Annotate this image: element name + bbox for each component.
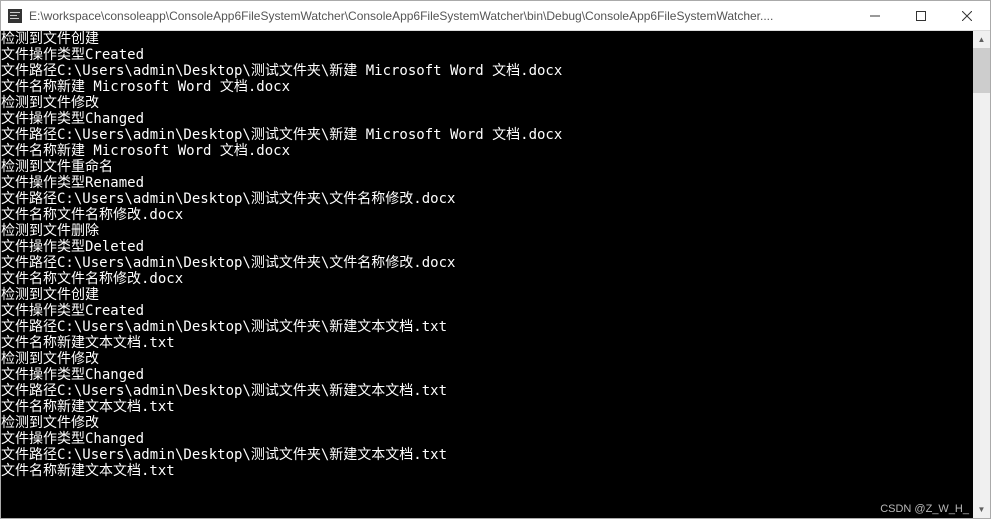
minimize-button[interactable] bbox=[852, 1, 898, 30]
console-line: 文件名称文件名称修改.docx bbox=[1, 207, 973, 223]
console-line: 文件路径C:\Users\admin\Desktop\测试文件夹\新建 Micr… bbox=[1, 63, 973, 79]
app-icon bbox=[7, 8, 23, 24]
console-line: 文件操作类型Deleted bbox=[1, 239, 973, 255]
console-line: 检测到文件修改 bbox=[1, 415, 973, 431]
console-line: 文件路径C:\Users\admin\Desktop\测试文件夹\新建文本文档.… bbox=[1, 447, 973, 463]
console-line: 检测到文件修改 bbox=[1, 95, 973, 111]
console-line: 文件操作类型Renamed bbox=[1, 175, 973, 191]
console-line: 文件名称新建文本文档.txt bbox=[1, 335, 973, 351]
console-line: 文件操作类型Created bbox=[1, 303, 973, 319]
console-line: 文件路径C:\Users\admin\Desktop\测试文件夹\文件名称修改.… bbox=[1, 255, 973, 271]
scroll-up-button[interactable]: ▲ bbox=[973, 31, 990, 48]
console-line: 文件名称新建文本文档.txt bbox=[1, 399, 973, 415]
console-line: 文件路径C:\Users\admin\Desktop\测试文件夹\新建文本文档.… bbox=[1, 383, 973, 399]
console-line: 文件操作类型Changed bbox=[1, 431, 973, 447]
console-line: 文件名称文件名称修改.docx bbox=[1, 271, 973, 287]
console-line: 文件操作类型Created bbox=[1, 47, 973, 63]
console-line: 检测到文件重命名 bbox=[1, 159, 973, 175]
console-window: E:\workspace\consoleapp\ConsoleApp6FileS… bbox=[0, 0, 991, 519]
window-controls bbox=[852, 1, 990, 30]
console-line: 文件路径C:\Users\admin\Desktop\测试文件夹\文件名称修改.… bbox=[1, 191, 973, 207]
console-line: 检测到文件创建 bbox=[1, 287, 973, 303]
console-line: 文件名称新建 Microsoft Word 文档.docx bbox=[1, 79, 973, 95]
console-line: 文件路径C:\Users\admin\Desktop\测试文件夹\新建 Micr… bbox=[1, 127, 973, 143]
console-line: 文件名称新建 Microsoft Word 文档.docx bbox=[1, 143, 973, 159]
scroll-down-button[interactable]: ▼ bbox=[973, 501, 990, 518]
console-line: 文件操作类型Changed bbox=[1, 367, 973, 383]
close-button[interactable] bbox=[944, 1, 990, 30]
window-title: E:\workspace\consoleapp\ConsoleApp6FileS… bbox=[29, 9, 852, 23]
console-line: 检测到文件创建 bbox=[1, 31, 973, 47]
scroll-track[interactable] bbox=[973, 48, 990, 501]
console-line: 文件名称新建文本文档.txt bbox=[1, 463, 973, 479]
titlebar: E:\workspace\consoleapp\ConsoleApp6FileS… bbox=[1, 1, 990, 31]
scroll-thumb[interactable] bbox=[973, 48, 990, 93]
console-line: 文件操作类型Changed bbox=[1, 111, 973, 127]
console-line: 检测到文件删除 bbox=[1, 223, 973, 239]
console-area: 检测到文件创建文件操作类型Created文件路径C:\Users\admin\D… bbox=[1, 31, 990, 518]
console-output[interactable]: 检测到文件创建文件操作类型Created文件路径C:\Users\admin\D… bbox=[1, 31, 973, 518]
console-line: 文件路径C:\Users\admin\Desktop\测试文件夹\新建文本文档.… bbox=[1, 319, 973, 335]
console-line: 检测到文件修改 bbox=[1, 351, 973, 367]
vertical-scrollbar[interactable]: ▲ ▼ bbox=[973, 31, 990, 518]
maximize-button[interactable] bbox=[898, 1, 944, 30]
